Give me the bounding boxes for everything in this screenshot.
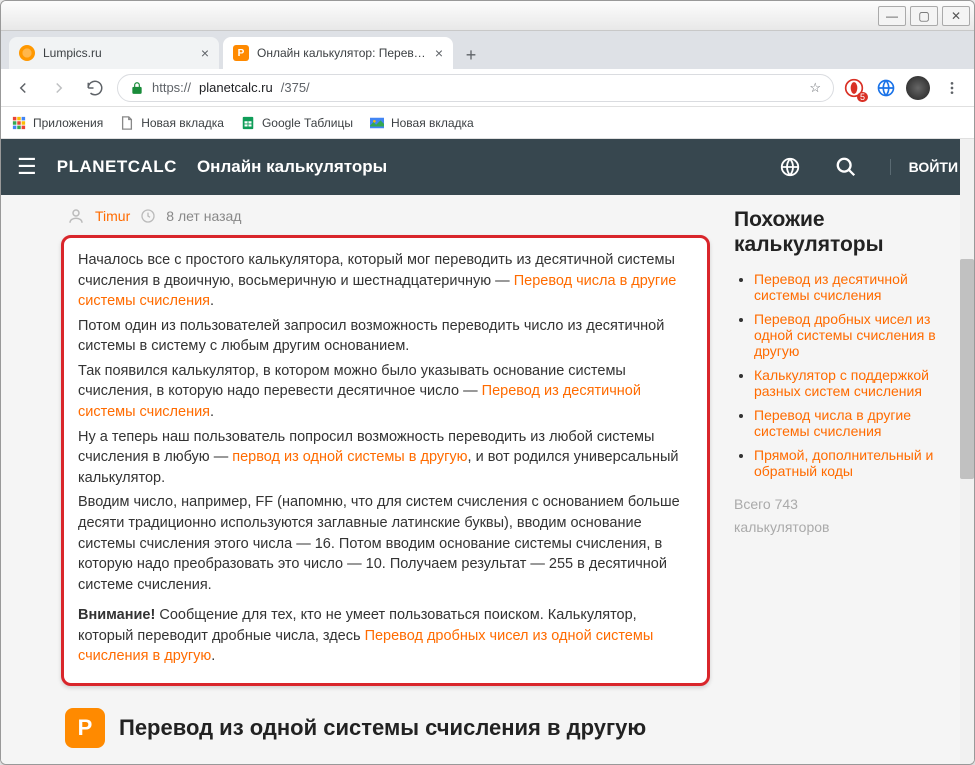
calculator-heading: P Перевод из одной системы счисления в д… xyxy=(61,704,710,752)
bookmark-label: Google Таблицы xyxy=(262,116,353,130)
browser-window: — ▢ ✕ Lumpics.ru × P Онлайн калькулятор:… xyxy=(0,0,975,765)
sidebar-title: Похожие калькуляторы xyxy=(734,207,944,257)
bookmark-newtab1[interactable]: Новая вкладка xyxy=(119,115,224,131)
related-item: Перевод дробных чисел из одной системы с… xyxy=(754,311,944,359)
window-minimize-button[interactable]: — xyxy=(878,6,906,26)
url-input[interactable]: https:// planetcalc.ru/375/ ☆ xyxy=(117,74,834,102)
profile-avatar[interactable] xyxy=(906,76,930,100)
main-column: Timur 8 лет назад Началось все с простог… xyxy=(61,207,710,752)
tab-close-icon[interactable]: × xyxy=(201,45,209,61)
bookmarks-bar: Приложения Новая вкладка Google Таблицы … xyxy=(1,107,974,139)
favicon-icon xyxy=(19,45,35,61)
lock-icon xyxy=(130,81,144,95)
window-close-button[interactable]: ✕ xyxy=(942,6,970,26)
author-meta: Timur 8 лет назад xyxy=(61,207,710,225)
language-button[interactable] xyxy=(772,149,808,185)
article-paragraph: Ну а теперь наш пользователь попросил во… xyxy=(78,427,693,489)
sidebar: Похожие калькуляторы Перевод из десятичн… xyxy=(734,207,944,752)
related-item: Калькулятор с поддержкой разных систем с… xyxy=(754,367,944,399)
article-paragraph: Вводим число, например, FF (напомню, что… xyxy=(78,492,693,595)
bookmark-label: Приложения xyxy=(33,116,103,130)
related-item: Перевод числа в другие системы счисления xyxy=(754,407,944,439)
tab-lumpics[interactable]: Lumpics.ru × xyxy=(9,37,219,69)
bookmark-sheets[interactable]: Google Таблицы xyxy=(240,115,353,131)
article-paragraph: Внимание! Сообщение для тех, кто не умее… xyxy=(78,605,693,667)
page-body: Timur 8 лет назад Началось все с простог… xyxy=(1,195,974,764)
related-link[interactable]: Прямой, дополнительный и обратный коды xyxy=(754,447,933,479)
sidebar-total: Всего 743 калькуляторов xyxy=(734,493,944,538)
bookmark-label: Новая вкладка xyxy=(391,116,474,130)
page-content: ☰ PLANETCALC Онлайн калькуляторы ВОЙТИ T… xyxy=(1,139,974,764)
reload-button[interactable] xyxy=(81,74,109,102)
browser-menu-button[interactable] xyxy=(938,74,966,102)
address-bar: https:// planetcalc.ru/375/ ☆ 5 xyxy=(1,69,974,107)
url-scheme: https:// xyxy=(152,80,191,95)
related-link[interactable]: Перевод числа в другие системы счисления xyxy=(754,407,911,439)
window-titlebar: — ▢ ✕ xyxy=(1,1,974,31)
site-header: ☰ PLANETCALC Онлайн калькуляторы ВОЙТИ xyxy=(1,139,974,195)
page-icon xyxy=(119,115,135,131)
author-name[interactable]: Timur xyxy=(95,208,130,224)
related-link[interactable]: Перевод из десятичной системы счисления xyxy=(754,271,908,303)
hamburger-menu-icon[interactable]: ☰ xyxy=(17,154,37,180)
scrollbar-thumb[interactable] xyxy=(960,259,974,479)
user-icon xyxy=(67,207,85,225)
extension-badge: 5 xyxy=(857,92,868,102)
extension-opera[interactable]: 5 xyxy=(842,76,866,100)
article-link[interactable]: первод из одной системы в другую xyxy=(232,449,467,465)
calculator-logo-icon: P xyxy=(65,708,105,748)
new-tab-button[interactable]: + xyxy=(457,41,485,69)
tab-close-icon[interactable]: × xyxy=(435,45,443,61)
content-wrap: ☰ PLANETCALC Онлайн калькуляторы ВОЙТИ T… xyxy=(1,139,974,764)
related-link[interactable]: Калькулятор с поддержкой разных систем с… xyxy=(754,367,929,399)
related-link[interactable]: Перевод дробных чисел из одной системы с… xyxy=(754,311,936,359)
window-maximize-button[interactable]: ▢ xyxy=(910,6,938,26)
article-box: Началось все с простого калькулятора, ко… xyxy=(61,235,710,686)
tab-strip: Lumpics.ru × P Онлайн калькулятор: Перев… xyxy=(1,31,974,69)
related-list: Перевод из десятичной системы счисления … xyxy=(734,271,944,479)
url-path: /375/ xyxy=(281,80,310,95)
login-button[interactable]: ВОЙТИ xyxy=(890,159,958,175)
site-subtitle: Онлайн калькуляторы xyxy=(197,157,387,177)
tab-title: Lumpics.ru xyxy=(43,46,193,60)
forward-button[interactable] xyxy=(45,74,73,102)
related-item: Перевод из десятичной системы счисления xyxy=(754,271,944,303)
article-paragraph: Потом один из пользователей запросил воз… xyxy=(78,316,693,357)
article-paragraph: Так появился калькулятор, в котором можн… xyxy=(78,361,693,423)
article-time: 8 лет назад xyxy=(166,208,241,224)
apps-icon xyxy=(11,115,27,131)
scrollbar[interactable] xyxy=(960,139,974,764)
favicon-icon: P xyxy=(233,45,249,61)
back-button[interactable] xyxy=(9,74,37,102)
related-item: Прямой, дополнительный и обратный коды xyxy=(754,447,944,479)
bookmark-label: Новая вкладка xyxy=(141,116,224,130)
sheets-icon xyxy=(240,115,256,131)
extension-globe[interactable] xyxy=(874,76,898,100)
url-domain: planetcalc.ru xyxy=(199,80,273,95)
image-icon xyxy=(369,115,385,131)
search-button[interactable] xyxy=(828,149,864,185)
bookmark-newtab2[interactable]: Новая вкладка xyxy=(369,115,474,131)
clock-icon xyxy=(140,208,156,224)
tab-planetcalc[interactable]: P Онлайн калькулятор: Перевод и × xyxy=(223,37,453,69)
tab-title: Онлайн калькулятор: Перевод и xyxy=(257,46,427,60)
bookmark-star-icon[interactable]: ☆ xyxy=(809,80,821,96)
site-brand[interactable]: PLANETCALC xyxy=(57,157,177,177)
bookmark-apps[interactable]: Приложения xyxy=(11,115,103,131)
article-paragraph: Началось все с простого калькулятора, ко… xyxy=(78,250,693,312)
calculator-title: Перевод из одной системы счисления в дру… xyxy=(119,715,646,741)
